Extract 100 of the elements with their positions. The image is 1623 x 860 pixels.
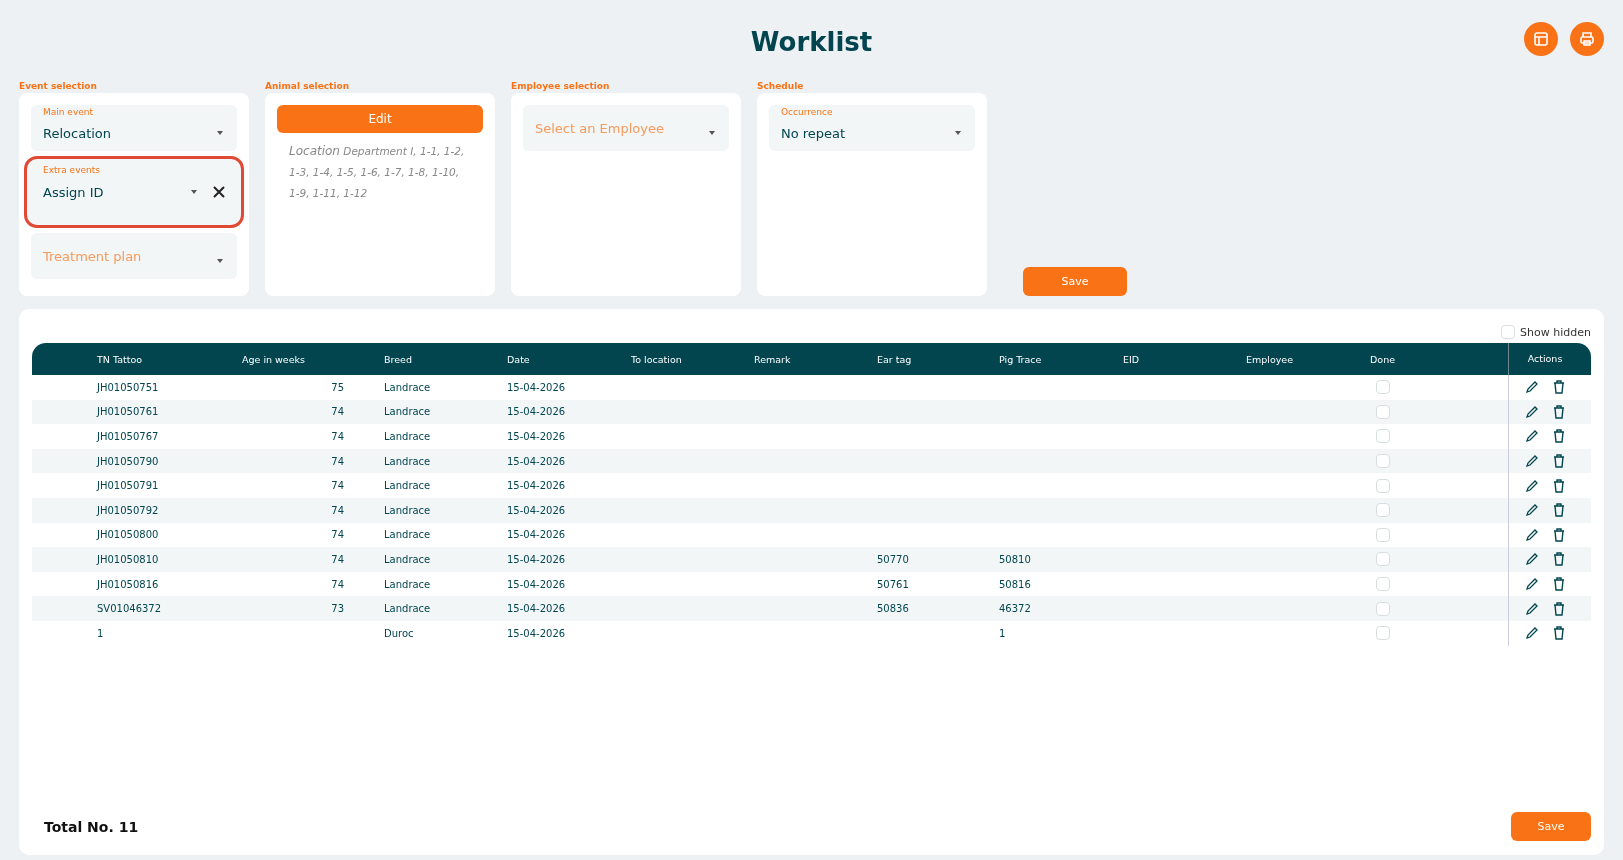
delete-icon[interactable] xyxy=(1553,577,1565,592)
table-cell-text: 1 xyxy=(999,627,1007,639)
table-cell-text: 15-04-2026 xyxy=(507,455,567,467)
table-cell-text: 50761 xyxy=(877,578,910,590)
table-cell-text: 50810 xyxy=(999,553,1032,565)
delete-icon[interactable] xyxy=(1553,503,1565,518)
delete-icon[interactable] xyxy=(1553,404,1565,419)
section-label: Animal selection xyxy=(265,80,351,93)
table-cell-text: JH01050792 xyxy=(95,504,160,516)
table-cell-text: 15-04-2026 xyxy=(507,529,567,541)
table-cell-text: 15-04-2026 xyxy=(507,553,567,565)
table-cell-text: 74 xyxy=(330,431,345,442)
caret-icon xyxy=(707,130,717,136)
edit-button[interactable]: Edit xyxy=(277,105,483,133)
table-cell-text: 15-04-2026 xyxy=(507,381,567,393)
delete-icon[interactable] xyxy=(1553,601,1565,616)
delete-icon[interactable] xyxy=(1553,527,1565,542)
select-field[interactable]: Treatment plan xyxy=(31,233,237,279)
table-cell-text: 50770 xyxy=(877,553,910,565)
delete-icon[interactable] xyxy=(1553,429,1565,444)
save-button[interactable]: Save xyxy=(1511,812,1591,841)
field-label: Main event xyxy=(43,107,93,117)
edit-icon[interactable] xyxy=(1525,429,1539,444)
table-cell-text: JH01050816 xyxy=(95,578,160,590)
table-cell-text: Landrace xyxy=(384,406,432,418)
table-cell-text: 15-04-2026 xyxy=(507,480,567,492)
table-cell-text: Landrace xyxy=(384,480,432,492)
table-cell-text: Landrace xyxy=(384,578,432,590)
select-field[interactable]: Extra events Assign ID xyxy=(27,159,241,225)
table-cell-text: JH01050791 xyxy=(95,480,160,492)
done-checkbox[interactable] xyxy=(1376,478,1390,493)
table-cell-text: Landrace xyxy=(384,455,432,467)
table-cell-text: 74 xyxy=(330,480,345,492)
table-cell-text: SV01046372 xyxy=(96,603,163,615)
edit-icon[interactable] xyxy=(1525,503,1539,518)
select-field[interactable]: Occurrence No repeat xyxy=(769,105,975,151)
delete-icon[interactable] xyxy=(1553,478,1565,493)
edit-icon[interactable] xyxy=(1525,626,1539,641)
edit-icon[interactable] xyxy=(1525,577,1539,592)
edit-icon[interactable] xyxy=(1525,552,1539,567)
select-field[interactable]: Select an Employee xyxy=(523,105,729,151)
edit-icon[interactable] xyxy=(1525,478,1539,493)
edit-icon[interactable] xyxy=(1525,527,1539,542)
done-checkbox[interactable] xyxy=(1376,503,1390,518)
table-cell-text: 15-04-2026 xyxy=(507,431,567,442)
table-cell-text: 1 xyxy=(96,627,105,639)
done-checkbox[interactable] xyxy=(1376,527,1390,542)
done-checkbox[interactable] xyxy=(1376,601,1390,616)
table-cell-text: JH01050751 xyxy=(95,381,160,393)
table-cell-text: Landrace xyxy=(384,381,432,393)
table-cell-text: 74 xyxy=(330,455,345,467)
table-cell-text: 15-04-2026 xyxy=(507,627,567,639)
done-checkbox[interactable] xyxy=(1376,552,1390,567)
table-cell-text: JH01050767 xyxy=(95,431,160,442)
done-checkbox[interactable] xyxy=(1376,404,1390,419)
edit-icon[interactable] xyxy=(1525,380,1539,395)
clear-icon[interactable] xyxy=(213,186,225,198)
table-cell-text: Landrace xyxy=(384,553,432,565)
field-label: Occurrence xyxy=(781,107,833,117)
caret-icon xyxy=(189,189,199,195)
caret-icon xyxy=(215,130,225,136)
delete-icon[interactable] xyxy=(1553,380,1565,395)
edit-icon[interactable] xyxy=(1525,601,1539,616)
table-cell-text: 75 xyxy=(330,381,345,393)
page-title: Worklist xyxy=(750,26,873,57)
table-cell-text: 73 xyxy=(330,603,345,615)
select-field[interactable]: Main event Relocation xyxy=(31,105,237,151)
table-cell-text: JH01050810 xyxy=(95,553,160,565)
checkbox-label: Show hidden xyxy=(1520,325,1591,339)
edit-icon[interactable] xyxy=(1525,404,1539,419)
done-checkbox[interactable] xyxy=(1376,577,1390,592)
delete-icon[interactable] xyxy=(1553,626,1565,641)
table-cell-text: JH01050800 xyxy=(95,529,160,541)
table-cell-text: JH01050790 xyxy=(95,455,160,467)
table-cell-text: 74 xyxy=(330,553,345,565)
caret-icon xyxy=(953,130,963,136)
checkbox[interactable] xyxy=(1501,325,1516,339)
table-cell-text: Duroc xyxy=(384,627,415,639)
table-cell-text: 50816 xyxy=(999,578,1032,590)
table-cell-text: Landrace xyxy=(384,504,432,516)
table-cell-text: 50836 xyxy=(877,603,910,615)
delete-icon[interactable] xyxy=(1553,454,1565,469)
section-label: Schedule xyxy=(757,80,805,93)
save-button[interactable]: Save xyxy=(1023,267,1127,296)
table-cell-text: 74 xyxy=(330,578,345,590)
done-checkbox[interactable] xyxy=(1376,454,1390,469)
table-cell-text: Landrace xyxy=(384,603,432,615)
edit-icon[interactable] xyxy=(1525,454,1539,469)
done-checkbox[interactable] xyxy=(1376,626,1390,641)
table-cell-text: 15-04-2026 xyxy=(507,603,567,615)
table-cell-text: 15-04-2026 xyxy=(507,578,567,590)
table-cell-text: Landrace xyxy=(384,529,432,541)
table-cell-text: Landrace xyxy=(384,431,432,442)
table-header: TN Tattoo Age in weeks Breed Date To location Remark Ear tag Pig Trace EID Employee Done Actions xyxy=(32,343,1591,375)
table-cell-text: 74 xyxy=(330,529,345,541)
delete-icon[interactable] xyxy=(1553,552,1565,567)
done-checkbox[interactable] xyxy=(1376,380,1390,395)
done-checkbox[interactable] xyxy=(1376,429,1390,444)
table-cell-text: 74 xyxy=(330,504,345,516)
field-label: Extra events xyxy=(43,165,100,175)
